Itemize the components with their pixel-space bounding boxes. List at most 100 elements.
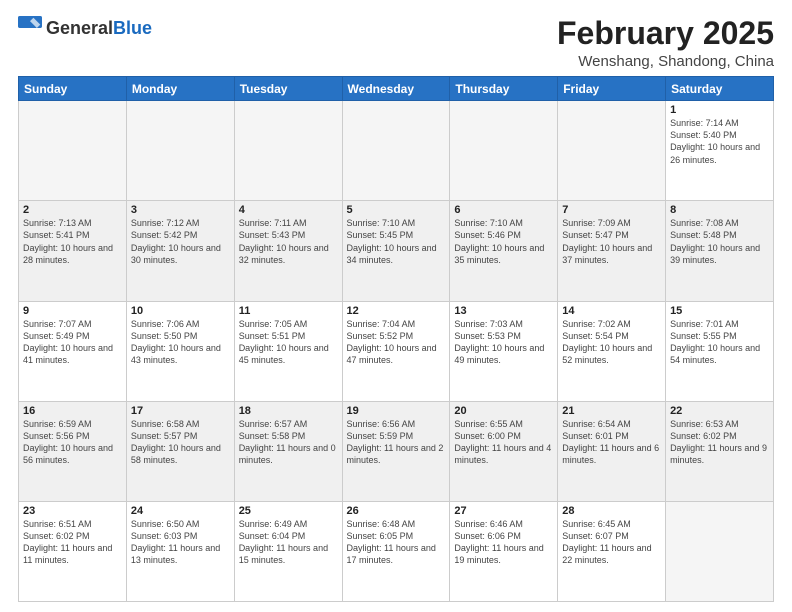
calendar-cell (19, 101, 127, 201)
calendar-cell: 3Sunrise: 7:12 AM Sunset: 5:42 PM Daylig… (126, 201, 234, 301)
day-number: 9 (23, 305, 122, 317)
day-number: 18 (239, 405, 338, 417)
day-number: 28 (562, 505, 661, 517)
calendar-cell: 21Sunrise: 6:54 AM Sunset: 6:01 PM Dayli… (558, 401, 666, 501)
day-info: Sunrise: 7:06 AM Sunset: 5:50 PM Dayligh… (131, 318, 230, 367)
day-info: Sunrise: 7:02 AM Sunset: 5:54 PM Dayligh… (562, 318, 661, 367)
day-number: 27 (454, 505, 553, 517)
day-info: Sunrise: 7:10 AM Sunset: 5:45 PM Dayligh… (347, 217, 446, 266)
day-info: Sunrise: 7:09 AM Sunset: 5:47 PM Dayligh… (562, 217, 661, 266)
day-info: Sunrise: 6:48 AM Sunset: 6:05 PM Dayligh… (347, 518, 446, 567)
day-number: 24 (131, 505, 230, 517)
day-number: 1 (670, 104, 769, 116)
day-info: Sunrise: 7:13 AM Sunset: 5:41 PM Dayligh… (23, 217, 122, 266)
day-number: 8 (670, 204, 769, 216)
day-info: Sunrise: 6:58 AM Sunset: 5:57 PM Dayligh… (131, 418, 230, 467)
calendar-cell: 13Sunrise: 7:03 AM Sunset: 5:53 PM Dayli… (450, 301, 558, 401)
col-header-sunday: Sunday (19, 77, 127, 101)
calendar-cell (342, 101, 450, 201)
calendar-cell: 23Sunrise: 6:51 AM Sunset: 6:02 PM Dayli… (19, 501, 127, 601)
day-number: 5 (347, 204, 446, 216)
day-info: Sunrise: 7:08 AM Sunset: 5:48 PM Dayligh… (670, 217, 769, 266)
day-info: Sunrise: 7:03 AM Sunset: 5:53 PM Dayligh… (454, 318, 553, 367)
day-number: 22 (670, 405, 769, 417)
day-info: Sunrise: 6:57 AM Sunset: 5:58 PM Dayligh… (239, 418, 338, 467)
calendar-cell: 19Sunrise: 6:56 AM Sunset: 5:59 PM Dayli… (342, 401, 450, 501)
calendar-cell: 7Sunrise: 7:09 AM Sunset: 5:47 PM Daylig… (558, 201, 666, 301)
day-info: Sunrise: 7:10 AM Sunset: 5:46 PM Dayligh… (454, 217, 553, 266)
day-number: 21 (562, 405, 661, 417)
day-number: 25 (239, 505, 338, 517)
month-title: February 2025 (557, 16, 774, 51)
calendar-cell: 15Sunrise: 7:01 AM Sunset: 5:55 PM Dayli… (666, 301, 774, 401)
day-info: Sunrise: 6:53 AM Sunset: 6:02 PM Dayligh… (670, 418, 769, 467)
logo-icon (18, 16, 42, 40)
calendar-cell: 8Sunrise: 7:08 AM Sunset: 5:48 PM Daylig… (666, 201, 774, 301)
logo-blue: Blue (113, 19, 152, 37)
calendar-cell: 28Sunrise: 6:45 AM Sunset: 6:07 PM Dayli… (558, 501, 666, 601)
calendar-cell: 5Sunrise: 7:10 AM Sunset: 5:45 PM Daylig… (342, 201, 450, 301)
calendar-cell: 6Sunrise: 7:10 AM Sunset: 5:46 PM Daylig… (450, 201, 558, 301)
calendar-cell: 12Sunrise: 7:04 AM Sunset: 5:52 PM Dayli… (342, 301, 450, 401)
day-info: Sunrise: 7:14 AM Sunset: 5:40 PM Dayligh… (670, 117, 769, 166)
calendar-table: SundayMondayTuesdayWednesdayThursdayFrid… (18, 76, 774, 602)
calendar-cell (234, 101, 342, 201)
day-number: 23 (23, 505, 122, 517)
day-number: 26 (347, 505, 446, 517)
col-header-wednesday: Wednesday (342, 77, 450, 101)
calendar-cell: 9Sunrise: 7:07 AM Sunset: 5:49 PM Daylig… (19, 301, 127, 401)
col-header-saturday: Saturday (666, 77, 774, 101)
day-number: 19 (347, 405, 446, 417)
calendar-cell: 17Sunrise: 6:58 AM Sunset: 5:57 PM Dayli… (126, 401, 234, 501)
day-info: Sunrise: 6:45 AM Sunset: 6:07 PM Dayligh… (562, 518, 661, 567)
day-info: Sunrise: 7:12 AM Sunset: 5:42 PM Dayligh… (131, 217, 230, 266)
logo-text: GeneralBlue (46, 19, 152, 37)
day-number: 11 (239, 305, 338, 317)
day-info: Sunrise: 6:56 AM Sunset: 5:59 PM Dayligh… (347, 418, 446, 467)
calendar-cell: 2Sunrise: 7:13 AM Sunset: 5:41 PM Daylig… (19, 201, 127, 301)
title-block: February 2025 Wenshang, Shandong, China (557, 16, 774, 70)
calendar-cell: 22Sunrise: 6:53 AM Sunset: 6:02 PM Dayli… (666, 401, 774, 501)
day-number: 20 (454, 405, 553, 417)
calendar-cell: 20Sunrise: 6:55 AM Sunset: 6:00 PM Dayli… (450, 401, 558, 501)
calendar-cell (126, 101, 234, 201)
day-number: 17 (131, 405, 230, 417)
calendar-cell: 14Sunrise: 7:02 AM Sunset: 5:54 PM Dayli… (558, 301, 666, 401)
calendar-cell: 10Sunrise: 7:06 AM Sunset: 5:50 PM Dayli… (126, 301, 234, 401)
day-info: Sunrise: 6:54 AM Sunset: 6:01 PM Dayligh… (562, 418, 661, 467)
day-number: 3 (131, 204, 230, 216)
calendar-cell: 4Sunrise: 7:11 AM Sunset: 5:43 PM Daylig… (234, 201, 342, 301)
day-number: 15 (670, 305, 769, 317)
day-info: Sunrise: 6:46 AM Sunset: 6:06 PM Dayligh… (454, 518, 553, 567)
day-number: 14 (562, 305, 661, 317)
logo: GeneralBlue (18, 16, 152, 40)
calendar-cell (558, 101, 666, 201)
day-number: 10 (131, 305, 230, 317)
day-info: Sunrise: 7:01 AM Sunset: 5:55 PM Dayligh… (670, 318, 769, 367)
day-number: 12 (347, 305, 446, 317)
col-header-thursday: Thursday (450, 77, 558, 101)
day-info: Sunrise: 6:59 AM Sunset: 5:56 PM Dayligh… (23, 418, 122, 467)
col-header-friday: Friday (558, 77, 666, 101)
calendar-cell: 11Sunrise: 7:05 AM Sunset: 5:51 PM Dayli… (234, 301, 342, 401)
calendar-cell: 26Sunrise: 6:48 AM Sunset: 6:05 PM Dayli… (342, 501, 450, 601)
day-number: 16 (23, 405, 122, 417)
logo-general: General (46, 19, 113, 37)
calendar-cell: 18Sunrise: 6:57 AM Sunset: 5:58 PM Dayli… (234, 401, 342, 501)
day-number: 4 (239, 204, 338, 216)
day-number: 2 (23, 204, 122, 216)
calendar-cell: 25Sunrise: 6:49 AM Sunset: 6:04 PM Dayli… (234, 501, 342, 601)
day-info: Sunrise: 6:50 AM Sunset: 6:03 PM Dayligh… (131, 518, 230, 567)
day-info: Sunrise: 6:51 AM Sunset: 6:02 PM Dayligh… (23, 518, 122, 567)
calendar-cell: 1Sunrise: 7:14 AM Sunset: 5:40 PM Daylig… (666, 101, 774, 201)
day-info: Sunrise: 7:07 AM Sunset: 5:49 PM Dayligh… (23, 318, 122, 367)
day-number: 6 (454, 204, 553, 216)
calendar-cell: 27Sunrise: 6:46 AM Sunset: 6:06 PM Dayli… (450, 501, 558, 601)
day-number: 13 (454, 305, 553, 317)
page: GeneralBlue February 2025 Wenshang, Shan… (0, 0, 792, 612)
day-info: Sunrise: 7:05 AM Sunset: 5:51 PM Dayligh… (239, 318, 338, 367)
location-title: Wenshang, Shandong, China (557, 53, 774, 70)
calendar-cell: 16Sunrise: 6:59 AM Sunset: 5:56 PM Dayli… (19, 401, 127, 501)
day-info: Sunrise: 6:55 AM Sunset: 6:00 PM Dayligh… (454, 418, 553, 467)
calendar-cell: 24Sunrise: 6:50 AM Sunset: 6:03 PM Dayli… (126, 501, 234, 601)
